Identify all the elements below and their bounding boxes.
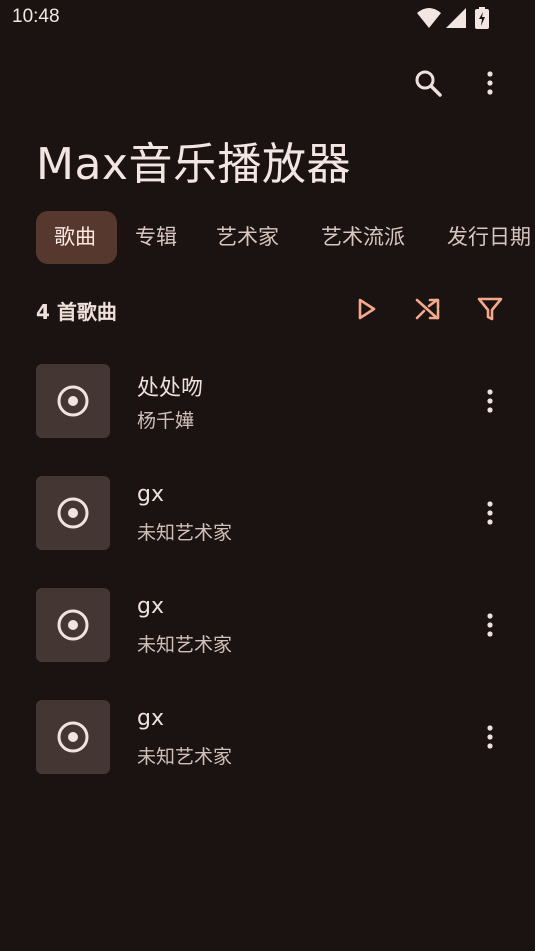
album-cover — [36, 364, 110, 438]
song-artist: 未知艺术家 — [137, 746, 233, 768]
album-cover — [36, 700, 110, 774]
song-count: 4 首歌曲 — [36, 300, 117, 324]
more-vert-icon — [487, 501, 493, 525]
category-tabs: 歌曲 专辑 艺术家 艺术流派 发行日期 — [36, 211, 535, 265]
more-vert-icon — [487, 389, 493, 413]
app-title: Max音乐播放器 — [36, 139, 351, 190]
list-item[interactable]: gx 未知艺术家 — [0, 700, 535, 812]
list-item[interactable]: gx 未知艺术家 — [0, 476, 535, 588]
list-item[interactable]: 处处吻 杨千嬅 — [0, 364, 535, 476]
song-artist: 未知艺术家 — [137, 522, 233, 544]
disc-icon — [57, 609, 89, 641]
shuffle-icon — [415, 298, 440, 320]
search-button[interactable] — [408, 63, 448, 103]
wifi-icon — [417, 8, 441, 28]
song-artist: 杨千嬅 — [137, 410, 195, 432]
filter-icon — [477, 297, 503, 321]
tab-genres[interactable]: 艺术流派 — [303, 211, 423, 264]
disc-icon — [57, 721, 89, 753]
disc-icon — [57, 385, 89, 417]
song-artist: 未知艺术家 — [137, 634, 233, 656]
shuffle-button[interactable] — [408, 289, 448, 329]
song-menu-button[interactable] — [470, 381, 510, 421]
status-bar: 10:48 — [0, 0, 535, 36]
tab-release-date[interactable]: 发行日期 — [429, 211, 535, 264]
song-menu-button[interactable] — [470, 717, 510, 757]
filter-button[interactable] — [470, 289, 510, 329]
song-title: gx — [137, 594, 164, 619]
song-title: gx — [137, 482, 164, 507]
overflow-menu-button[interactable] — [470, 63, 510, 103]
song-menu-button[interactable] — [470, 493, 510, 533]
song-menu-button[interactable] — [470, 605, 510, 645]
search-icon — [415, 70, 442, 97]
album-cover — [36, 476, 110, 550]
album-cover — [36, 588, 110, 662]
song-title: 处处吻 — [137, 376, 204, 401]
play-icon — [358, 298, 376, 320]
status-time: 10:48 — [12, 6, 60, 27]
disc-icon — [57, 497, 89, 529]
signal-icon — [446, 8, 466, 28]
tab-albums[interactable]: 专辑 — [117, 211, 195, 264]
list-item[interactable]: gx 未知艺术家 — [0, 588, 535, 700]
battery-icon — [475, 7, 489, 29]
tab-songs[interactable]: 歌曲 — [36, 211, 117, 264]
more-vert-icon — [487, 71, 493, 95]
more-vert-icon — [487, 613, 493, 637]
more-vert-icon — [487, 725, 493, 749]
play-all-button[interactable] — [347, 289, 387, 329]
song-title: gx — [137, 706, 164, 731]
tab-artists[interactable]: 艺术家 — [198, 211, 297, 264]
